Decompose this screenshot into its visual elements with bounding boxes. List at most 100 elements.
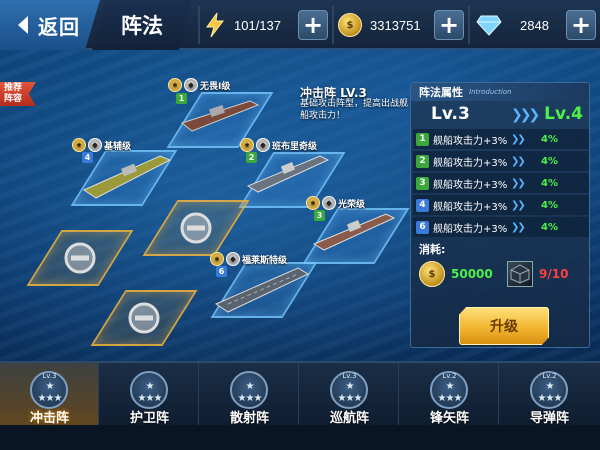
gold-plus-button[interactable]: + — [434, 10, 464, 40]
attr-next-value: 4% — [541, 177, 558, 189]
top-bar: 返回 阵法 101/137 + $ 3313751 + 2848 + — [0, 0, 600, 50]
coin-icon: $ — [338, 13, 362, 37]
diamond-resource: 2848 + — [476, 8, 596, 42]
tab-escort-formation[interactable]: ★ ★★★ 护卫阵 — [100, 363, 199, 427]
gold-value: 3313751 — [370, 17, 421, 33]
star-icon: ★ ★★★ — [137, 381, 163, 404]
attr-index: 1 — [416, 132, 429, 146]
diamond-value: 2848 — [520, 17, 549, 33]
tab-scatter-formation[interactable]: ★ ★★★ 散射阵 — [200, 363, 299, 427]
next-level: Lv.4 — [544, 104, 583, 124]
divider — [198, 6, 200, 44]
attr-name: 舰船攻击力+3% — [433, 135, 508, 147]
back-arrow-icon — [18, 16, 28, 34]
lock-icon — [128, 302, 160, 334]
level-badge-icon: ★ — [168, 78, 182, 92]
ship-name: 福莱斯特级 — [242, 255, 288, 266]
tab-level: Lv.3 — [342, 372, 357, 380]
ship-kiev[interactable] — [82, 150, 172, 200]
diamond-plus-button[interactable]: + — [566, 10, 596, 40]
type-badge-icon: ◆ — [226, 252, 240, 266]
current-level: Lv.3 — [431, 104, 470, 124]
attr-name: 舰船攻击力+3% — [433, 179, 508, 191]
cube-icon — [510, 264, 530, 284]
attr-row: 1 舰船攻击力+3% ❯❯ 4% — [413, 129, 589, 149]
ship-tag: ★ ◆ 班布里奇级 — [240, 138, 317, 152]
formation-description: 基础攻击阵型，提高出战舰船攻击力！ — [300, 99, 409, 121]
attr-next-value: 4% — [541, 133, 558, 145]
tab-label: 散射阵 — [229, 411, 269, 426]
attr-index: 6 — [416, 220, 429, 234]
upgrade-button[interactable]: 升级 — [459, 307, 549, 345]
tab-level: Lv.2 — [442, 372, 457, 380]
tab-label: 巡航阵 — [329, 411, 369, 426]
upgrade-label: 升级 — [490, 319, 518, 335]
slot-number: 6 — [216, 266, 227, 277]
ship-bainbridge[interactable] — [246, 150, 330, 194]
level-row: Lv.3 ❯❯❯ Lv.4 — [411, 101, 589, 127]
star-icon: ★ ★★★ — [337, 381, 363, 404]
chevron-right-icon: ❯❯ — [511, 155, 526, 167]
attr-index: 4 — [416, 198, 429, 212]
divider — [468, 6, 470, 44]
chevron-right-icon: ❯❯❯ — [511, 107, 540, 123]
tab-arrowhead-formation[interactable]: Lv.2 ★ ★★★ 锋矢阵 — [400, 363, 499, 427]
energy-plus-button[interactable]: + — [298, 10, 328, 40]
attr-next-value: 4% — [541, 221, 558, 233]
star-icon: ★ ★★★ — [237, 381, 263, 404]
ship-name: 无畏I级 — [200, 81, 231, 92]
slot-number: 4 — [82, 152, 93, 163]
level-badge-icon: ★ — [306, 196, 320, 210]
type-badge-icon: ◆ — [184, 78, 198, 92]
coin-icon: $ — [419, 261, 445, 287]
recommend-tag-label: 推荐 阵容 — [4, 83, 23, 104]
tab-label: 护卫阵 — [129, 411, 169, 426]
lightning-icon — [206, 12, 224, 38]
ship-tag: ★ ◆ 基辅级 — [72, 138, 131, 152]
chevron-right-icon: ❯❯ — [511, 133, 526, 145]
energy-resource: 101/137 + — [204, 8, 328, 42]
upgrade-item-icon[interactable] — [507, 261, 533, 287]
ship-dreadnought[interactable] — [180, 95, 260, 135]
ship-tag: ★ ◆ 福莱斯特级 — [210, 252, 287, 266]
star-icon: ★ ★★★ — [537, 381, 563, 404]
tab-charge-formation[interactable]: Lv.3 ★ ★★★ 冲击阵 — [0, 363, 99, 427]
back-button[interactable]: 返回 — [0, 0, 100, 50]
tab-cruise-formation[interactable]: Lv.3 ★ ★★★ 巡航阵 — [300, 363, 399, 427]
star-icon: ★ ★★★ — [437, 381, 463, 404]
ship-name: 基辅级 — [104, 141, 132, 152]
coin-cost: 50000 — [451, 267, 493, 281]
slot-number: 2 — [246, 152, 257, 163]
level-badge-icon: ★ — [72, 138, 86, 152]
attr-name: 舰船攻击力+3% — [433, 157, 508, 169]
type-badge-icon: ◆ — [322, 196, 336, 210]
attr-index: 3 — [416, 176, 429, 190]
attr-panel-title: 阵法属性 — [419, 86, 463, 99]
type-badge-icon: ◆ — [256, 138, 270, 152]
slot-number: 3 — [314, 210, 325, 221]
attr-row: 2 舰船攻击力+3% ❯❯ 4% — [413, 151, 589, 171]
tab-level: Lv.2 — [542, 372, 557, 380]
attr-next-value: 4% — [541, 155, 558, 167]
tab-label: 导弹阵 — [529, 411, 569, 426]
gold-resource: $ 3313751 + — [338, 8, 464, 42]
ship-name: 班布里奇级 — [272, 141, 318, 152]
lock-icon — [180, 212, 212, 244]
level-badge-icon: ★ — [240, 138, 254, 152]
tab-level: Lv.3 — [42, 372, 57, 380]
attr-panel-subtitle: Introduction — [469, 88, 512, 96]
tab-label: 锋矢阵 — [429, 411, 469, 426]
tab-label: 冲击阵 — [29, 411, 69, 426]
attr-panel-header: 阵法属性 Introduction — [411, 83, 589, 101]
attr-row: 6 舰船攻击力+3% ❯❯ 4% — [413, 217, 589, 237]
item-cost: 9/10 — [539, 267, 569, 281]
chevron-right-icon: ❯❯ — [511, 177, 526, 189]
tab-missile-formation[interactable]: Lv.2 ★ ★★★ 导弹阵 — [500, 363, 599, 427]
footer-strip — [0, 425, 600, 450]
chevron-right-icon: ❯❯ — [511, 199, 526, 211]
ship-forrestal[interactable] — [214, 262, 310, 314]
attr-next-value: 4% — [541, 199, 558, 211]
formation-tab-bar: Lv.3 ★ ★★★ 冲击阵 ★ ★★★ 护卫阵 ★ ★★★ 散射阵 Lv.3 ★ ★★… — [0, 361, 600, 427]
chevron-right-icon: ❯❯ — [511, 221, 526, 233]
level-badge-icon: ★ — [210, 252, 224, 266]
